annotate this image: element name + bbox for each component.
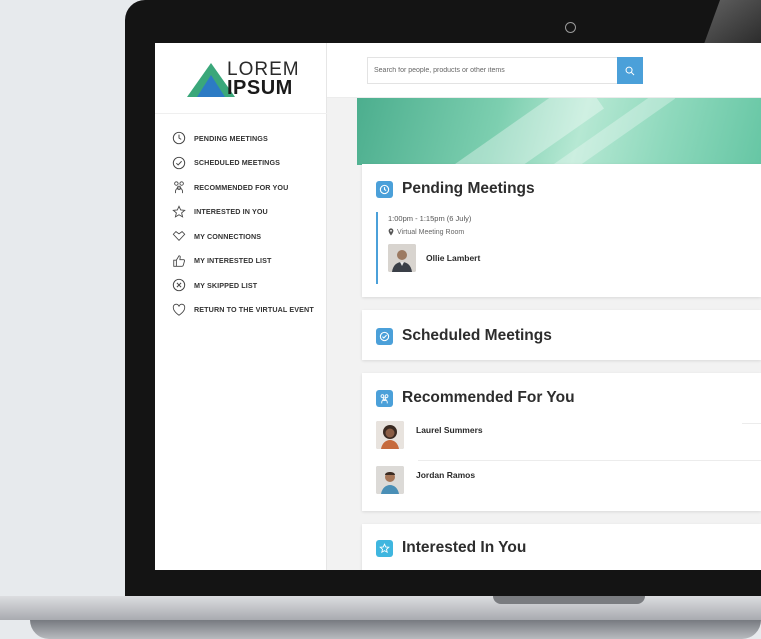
meeting-location-text: Virtual Meeting Room: [397, 228, 465, 236]
thumbs-up-icon: [171, 253, 187, 269]
check-circle-icon: [376, 327, 393, 345]
interested-in-you-header: Interested In You: [376, 539, 526, 557]
sidebar-item-my-skipped-list[interactable]: MY SKIPPED LIST: [171, 273, 327, 298]
star-icon: [376, 539, 393, 557]
pending-meetings-card: Pending Meetings 1:00pm - 1:15pm (6 July…: [362, 164, 761, 297]
search-button[interactable]: [617, 57, 643, 84]
check-circle-icon: [171, 155, 187, 171]
meeting-item[interactable]: 1:00pm - 1:15pm (6 July) Virtual Meeting…: [376, 212, 756, 284]
recommended-title: Recommended For You: [402, 389, 575, 406]
heart-icon: [171, 302, 187, 318]
logo-inner-triangle-icon: [197, 75, 225, 97]
scheduled-meetings-title: Scheduled Meetings: [402, 327, 552, 344]
scheduled-meetings-card[interactable]: Scheduled Meetings: [362, 310, 761, 360]
avatar: [376, 421, 404, 449]
list-item[interactable]: Laurel Summers: [376, 421, 761, 449]
meeting-location: Virtual Meeting Room: [388, 228, 756, 236]
avatar: [376, 466, 404, 494]
sidebar-item-label: RETURN TO THE VIRTUAL EVENT: [194, 305, 314, 315]
location-pin-icon: [388, 228, 394, 236]
meeting-attendee[interactable]: Ollie Lambert: [388, 244, 756, 272]
logo-text-bottom: IPSUM: [227, 77, 293, 99]
sidebar-item-interested-in-you[interactable]: INTERESTED IN YOU: [171, 200, 327, 225]
app-screen: LOREM IPSUM PENDING MEETINGS SCHEDULED M…: [155, 43, 761, 570]
search-input[interactable]: [368, 58, 618, 83]
people-icon: [376, 389, 393, 407]
brand-logo[interactable]: LOREM IPSUM: [187, 57, 299, 101]
sidebar-item-my-interested-list[interactable]: MY INTERESTED LIST: [171, 249, 327, 274]
search-icon: [625, 66, 635, 75]
laptop-notch: [493, 596, 645, 604]
sidebar-item-label: RECOMMENDED FOR YOU: [194, 182, 289, 192]
sidebar-divider: [155, 113, 327, 114]
interested-in-you-card[interactable]: Interested In You: [362, 524, 761, 570]
sidebar-item-label: INTERESTED IN YOU: [194, 207, 268, 217]
laptop-base-bottom: [30, 620, 761, 639]
avatar: [388, 244, 416, 272]
clock-icon: [171, 130, 187, 146]
top-bar: [327, 43, 761, 98]
person-name: Laurel Summers: [416, 425, 483, 435]
attendee-name: Ollie Lambert: [426, 253, 481, 263]
hero-banner: [357, 98, 761, 165]
sidebar-item-recommended[interactable]: RECOMMENDED FOR YOU: [171, 175, 327, 200]
scheduled-meetings-header: Scheduled Meetings: [376, 327, 552, 345]
search-box: [367, 57, 643, 84]
handshake-icon: [171, 228, 187, 244]
people-icon: [171, 179, 187, 195]
x-circle-icon: [171, 277, 187, 293]
pending-meetings-title: Pending Meetings: [402, 180, 535, 197]
meeting-time: 1:00pm - 1:15pm (6 July): [388, 214, 472, 223]
row-divider: [742, 423, 761, 424]
star-icon: [171, 204, 187, 220]
person-name: Jordan Ramos: [416, 470, 476, 480]
interested-in-you-title: Interested In You: [402, 539, 527, 556]
row-divider: [418, 460, 761, 461]
sidebar-item-label: MY INTERESTED LIST: [194, 256, 272, 266]
sidebar-item-label: MY CONNECTIONS: [194, 231, 262, 241]
sidebar-item-return-to-event[interactable]: RETURN TO THE VIRTUAL EVENT: [171, 298, 327, 323]
clock-icon: [376, 180, 393, 198]
laptop-base: [0, 596, 761, 620]
recommended-card: Recommended For You Laurel Summers Jorda…: [362, 373, 761, 511]
sidebar-item-pending-meetings[interactable]: PENDING MEETINGS: [171, 126, 327, 151]
sidebar-item-label: PENDING MEETINGS: [194, 133, 268, 143]
sidebar-item-my-connections[interactable]: MY CONNECTIONS: [171, 224, 327, 249]
pending-meetings-header: Pending Meetings: [376, 180, 535, 198]
webcam-icon: [565, 22, 576, 33]
sidebar-item-label: MY SKIPPED LIST: [194, 280, 258, 290]
sidebar-nav: PENDING MEETINGS SCHEDULED MEETINGS RECO…: [171, 126, 327, 322]
sidebar-item-scheduled-meetings[interactable]: SCHEDULED MEETINGS: [171, 151, 327, 176]
sidebar-item-label: SCHEDULED MEETINGS: [194, 158, 281, 168]
sidebar: LOREM IPSUM PENDING MEETINGS SCHEDULED M…: [155, 43, 327, 570]
list-item[interactable]: Jordan Ramos: [376, 466, 761, 494]
recommended-header: Recommended For You: [376, 389, 575, 407]
